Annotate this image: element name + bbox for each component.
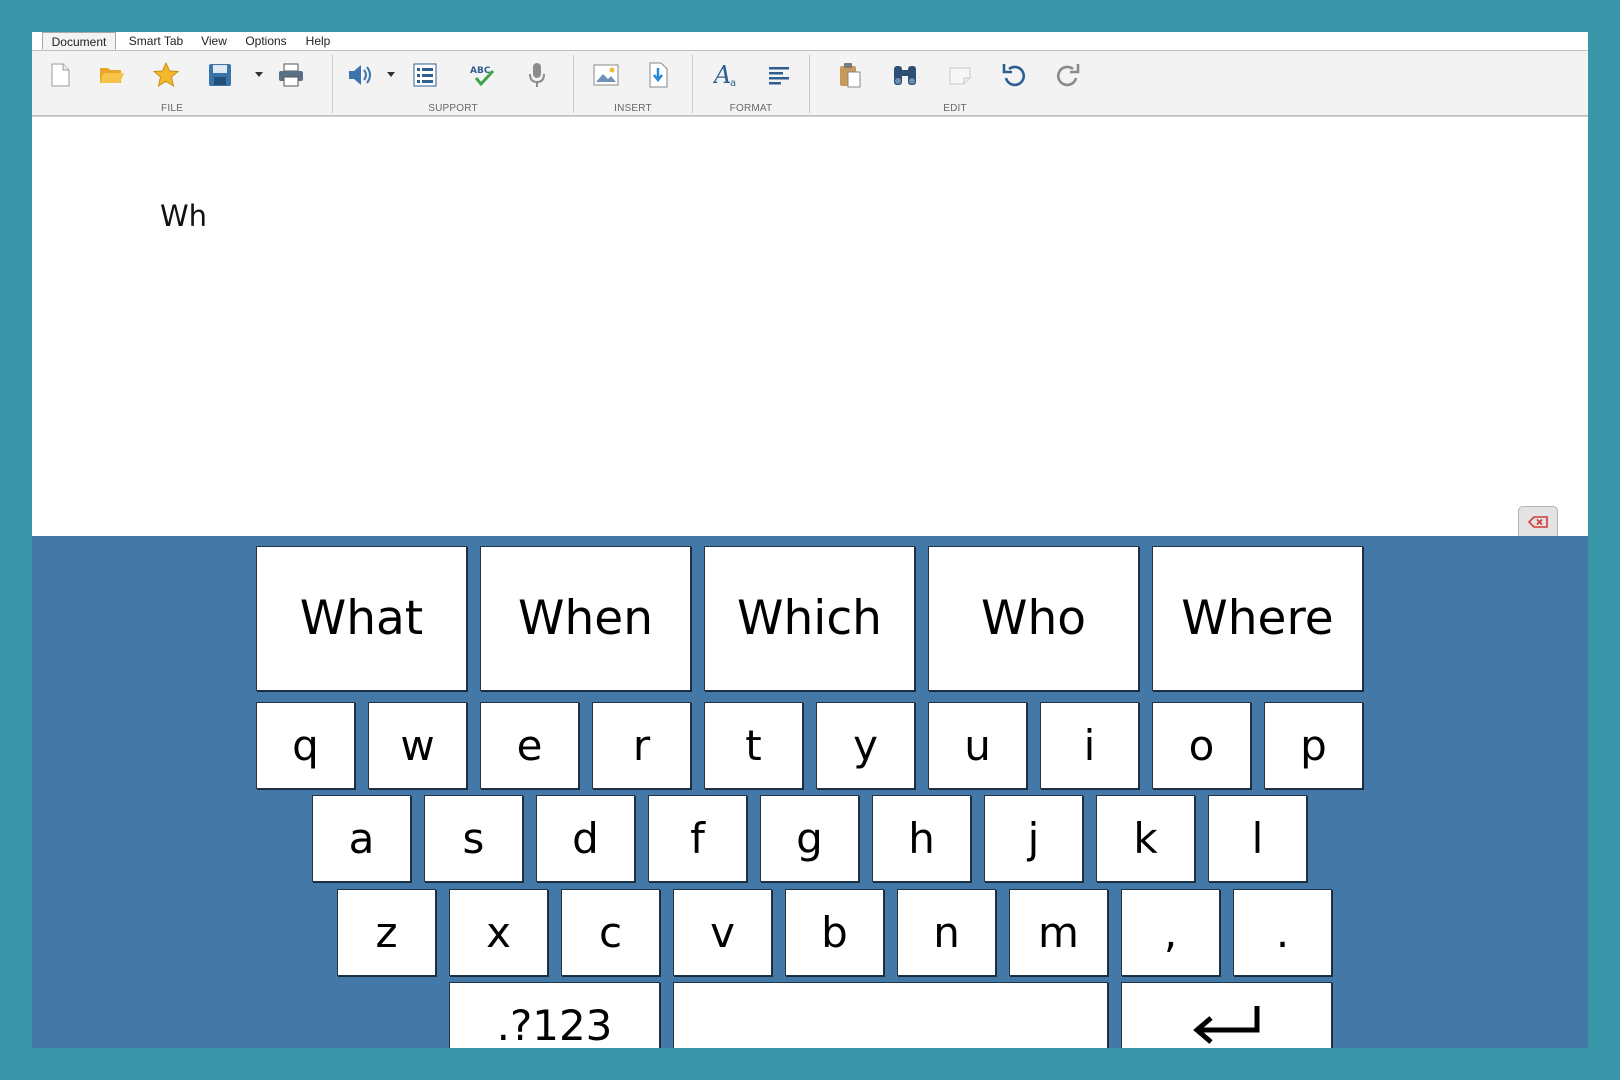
undo-icon[interactable]: [1000, 61, 1028, 89]
key-t[interactable]: t: [704, 702, 803, 789]
tab-smart-tab[interactable]: Smart Tab: [122, 32, 190, 50]
speaker-icon[interactable]: [347, 61, 375, 89]
svg-text:a: a: [730, 78, 736, 88]
key-r[interactable]: r: [592, 702, 691, 789]
microphone-icon[interactable]: [523, 61, 551, 89]
key-m[interactable]: m: [1009, 889, 1108, 976]
file-group: FILE: [32, 51, 332, 115]
key-s[interactable]: s: [424, 795, 523, 882]
find-binoculars-icon[interactable]: [891, 61, 919, 89]
key-x[interactable]: x: [449, 889, 548, 976]
edit-group: EDIT: [810, 51, 1100, 115]
key-f[interactable]: f: [648, 795, 747, 882]
insert-file-icon[interactable]: [644, 61, 672, 89]
save-dropdown-icon[interactable]: [254, 69, 264, 79]
key-u[interactable]: u: [928, 702, 1027, 789]
key-j[interactable]: j: [984, 795, 1083, 882]
key-e[interactable]: e: [480, 702, 579, 789]
key-y[interactable]: y: [816, 702, 915, 789]
insert-image-icon[interactable]: [592, 61, 620, 89]
align-left-icon[interactable]: [765, 61, 793, 89]
prediction-where[interactable]: Where: [1152, 546, 1363, 691]
key-c[interactable]: c: [561, 889, 660, 976]
key-i[interactable]: i: [1040, 702, 1139, 789]
key-p[interactable]: p: [1264, 702, 1363, 789]
save-floppy-icon[interactable]: [206, 61, 234, 89]
document-text[interactable]: Wh: [160, 199, 207, 233]
open-folder-icon[interactable]: [98, 61, 126, 89]
prediction-what[interactable]: What: [256, 546, 467, 691]
prediction-who[interactable]: Who: [928, 546, 1139, 691]
enter-arrow-icon: [1192, 1005, 1259, 1044]
onscreen-keyboard: What When Which Who Where q w e r t y u …: [32, 536, 1588, 1048]
print-icon[interactable]: [277, 61, 305, 89]
key-period[interactable]: .: [1233, 889, 1332, 976]
tab-help[interactable]: Help: [300, 32, 336, 50]
prediction-which[interactable]: Which: [704, 546, 915, 691]
speaker-dropdown-icon[interactable]: [386, 69, 396, 79]
enter-key[interactable]: [1121, 982, 1332, 1048]
format-group-label: FORMAT: [729, 103, 773, 114]
key-z[interactable]: z: [337, 889, 436, 976]
prediction-when[interactable]: When: [480, 546, 691, 691]
svg-text:ABC: ABC: [470, 66, 491, 76]
key-q[interactable]: q: [256, 702, 355, 789]
file-group-label: FILE: [161, 103, 183, 114]
eraser-icon[interactable]: [946, 61, 974, 89]
ribbon-toolbar: FILE ABC SUPPORT INSERT A a FORMAT EDIT: [32, 51, 1588, 116]
backspace-icon[interactable]: [1518, 506, 1558, 537]
ribbon-tab-bar: Document Smart Tab View Options Help: [32, 32, 1588, 51]
favorite-star-icon[interactable]: [152, 61, 180, 89]
support-group-label: SUPPORT: [428, 103, 478, 114]
key-n[interactable]: n: [897, 889, 996, 976]
key-o[interactable]: o: [1152, 702, 1251, 789]
redo-icon[interactable]: [1054, 61, 1082, 89]
edit-group-label: EDIT: [943, 103, 967, 114]
space-key[interactable]: [673, 982, 1108, 1048]
key-b[interactable]: b: [785, 889, 884, 976]
key-w[interactable]: w: [368, 702, 467, 789]
tab-options[interactable]: Options: [240, 32, 292, 50]
paste-icon[interactable]: [836, 61, 864, 89]
key-g[interactable]: g: [760, 795, 859, 882]
key-v[interactable]: v: [673, 889, 772, 976]
insert-group: INSERT: [574, 51, 692, 115]
key-comma[interactable]: ,: [1121, 889, 1220, 976]
font-style-icon[interactable]: Aa: [713, 61, 741, 89]
tab-view[interactable]: View: [196, 32, 232, 50]
key-h[interactable]: h: [872, 795, 971, 882]
document-area[interactable]: Wh: [32, 116, 1588, 537]
key-l[interactable]: l: [1208, 795, 1307, 882]
key-k[interactable]: k: [1096, 795, 1195, 882]
new-document-icon[interactable]: [46, 61, 74, 89]
spell-check-icon[interactable]: ABC: [468, 61, 496, 89]
app-window: Document Smart Tab View Options Help FIL…: [32, 32, 1588, 1048]
tab-document[interactable]: Document: [42, 32, 116, 50]
key-d[interactable]: d: [536, 795, 635, 882]
format-group: Aa FORMAT: [693, 51, 809, 115]
numbers-symbols-key[interactable]: .?123: [449, 982, 660, 1048]
key-a[interactable]: a: [312, 795, 411, 882]
support-group: ABC SUPPORT: [333, 51, 573, 115]
svg-text:A: A: [713, 62, 731, 88]
insert-group-label: INSERT: [614, 103, 652, 114]
numbered-list-icon[interactable]: [411, 61, 439, 89]
